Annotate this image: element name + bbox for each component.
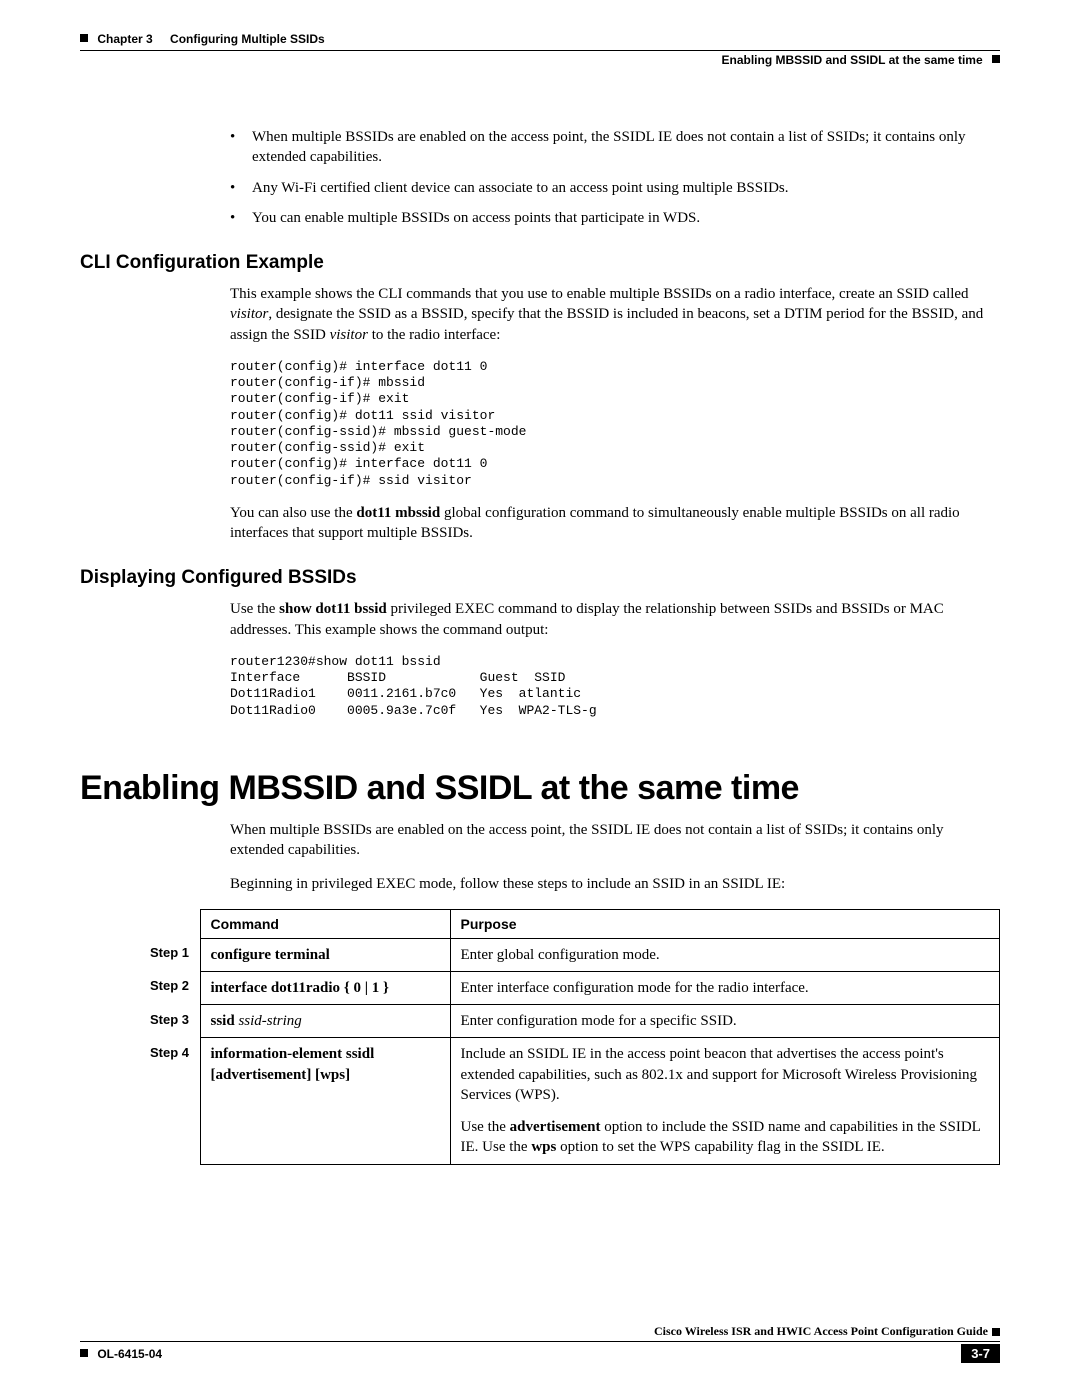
- main-heading: Enabling MBSSID and SSIDL at the same ti…: [80, 769, 1000, 808]
- purpose-cell: Enter interface configuration mode for t…: [450, 971, 1000, 1004]
- command-table: Command Purpose Step 1 configure termina…: [140, 909, 1000, 1165]
- header-section-right: Enabling MBSSID and SSIDL at the same ti…: [80, 53, 1000, 67]
- step-cell: Step 2: [140, 971, 200, 1004]
- command-cell: interface dot11radio { 0 | 1 }: [200, 971, 450, 1004]
- purpose-cell: Enter global configuration mode.: [450, 938, 1000, 971]
- cli-intro-paragraph: This example shows the CLI commands that…: [230, 284, 1000, 345]
- table-row: Use the advertisement option to include …: [140, 1111, 1000, 1164]
- page-header: Chapter 3 Configuring Multiple SSIDs: [80, 32, 1000, 46]
- section-heading-cli: CLI Configuration Example: [80, 252, 1000, 274]
- purpose-cell: Use the advertisement option to include …: [450, 1111, 1000, 1164]
- chapter-title: Configuring Multiple SSIDs: [170, 32, 325, 46]
- page-number: 3-7: [961, 1344, 1000, 1363]
- chapter-label: Chapter 3: [97, 32, 152, 46]
- table-row: Step 2 interface dot11radio { 0 | 1 } En…: [140, 971, 1000, 1004]
- header-rule: [80, 50, 1000, 51]
- purpose-cell: Enter configuration mode for a specific …: [450, 1005, 1000, 1038]
- enable-para1: When multiple BSSIDs are enabled on the …: [230, 820, 1000, 861]
- step-cell-empty: [140, 1111, 200, 1164]
- footer-square-icon: [992, 1328, 1000, 1336]
- table-header-row: Command Purpose: [140, 909, 1000, 938]
- step-cell: Step 4: [140, 1038, 200, 1111]
- footer-rule: [80, 1341, 1000, 1342]
- step-header: [140, 909, 200, 938]
- list-item: Any Wi-Fi certified client device can as…: [230, 178, 1000, 198]
- command-cell: information-element ssidl [advertisement…: [200, 1038, 450, 1111]
- enable-para2: Beginning in privileged EXEC mode, follo…: [230, 874, 1000, 894]
- footer-doc-id: OL-6415-04: [80, 1347, 162, 1361]
- header-square-icon-right: [992, 55, 1000, 63]
- step-cell: Step 1: [140, 938, 200, 971]
- purpose-cell: Include an SSIDL IE in the access point …: [450, 1038, 1000, 1111]
- command-header: Command: [200, 909, 450, 938]
- cli-outro-paragraph: You can also use the dot11 mbssid global…: [230, 503, 1000, 544]
- table-row: Step 1 configure terminal Enter global c…: [140, 938, 1000, 971]
- table-row: Step 4 information-element ssidl [advert…: [140, 1038, 1000, 1111]
- page-footer: Cisco Wireless ISR and HWIC Access Point…: [80, 1324, 1000, 1363]
- table-row: Step 3 ssid ssid-string Enter configurat…: [140, 1005, 1000, 1038]
- purpose-header: Purpose: [450, 909, 1000, 938]
- display-intro-paragraph: Use the show dot11 bssid privileged EXEC…: [230, 599, 1000, 640]
- header-square-icon: [80, 34, 88, 42]
- list-item: You can enable multiple BSSIDs on access…: [230, 208, 1000, 228]
- list-item: When multiple BSSIDs are enabled on the …: [230, 127, 1000, 168]
- command-cell-empty: [200, 1111, 450, 1164]
- intro-bullet-list: When multiple BSSIDs are enabled on the …: [230, 127, 1000, 228]
- command-cell: ssid ssid-string: [200, 1005, 450, 1038]
- step-cell: Step 3: [140, 1005, 200, 1038]
- footer-square-icon-left: [80, 1349, 88, 1357]
- command-cell: configure terminal: [200, 938, 450, 971]
- display-code-block: router1230#show dot11 bssid Interface BS…: [230, 654, 1000, 719]
- section-heading-display: Displaying Configured BSSIDs: [80, 567, 1000, 589]
- cli-code-block: router(config)# interface dot11 0 router…: [230, 359, 1000, 489]
- footer-doc-title: Cisco Wireless ISR and HWIC Access Point…: [80, 1324, 1000, 1339]
